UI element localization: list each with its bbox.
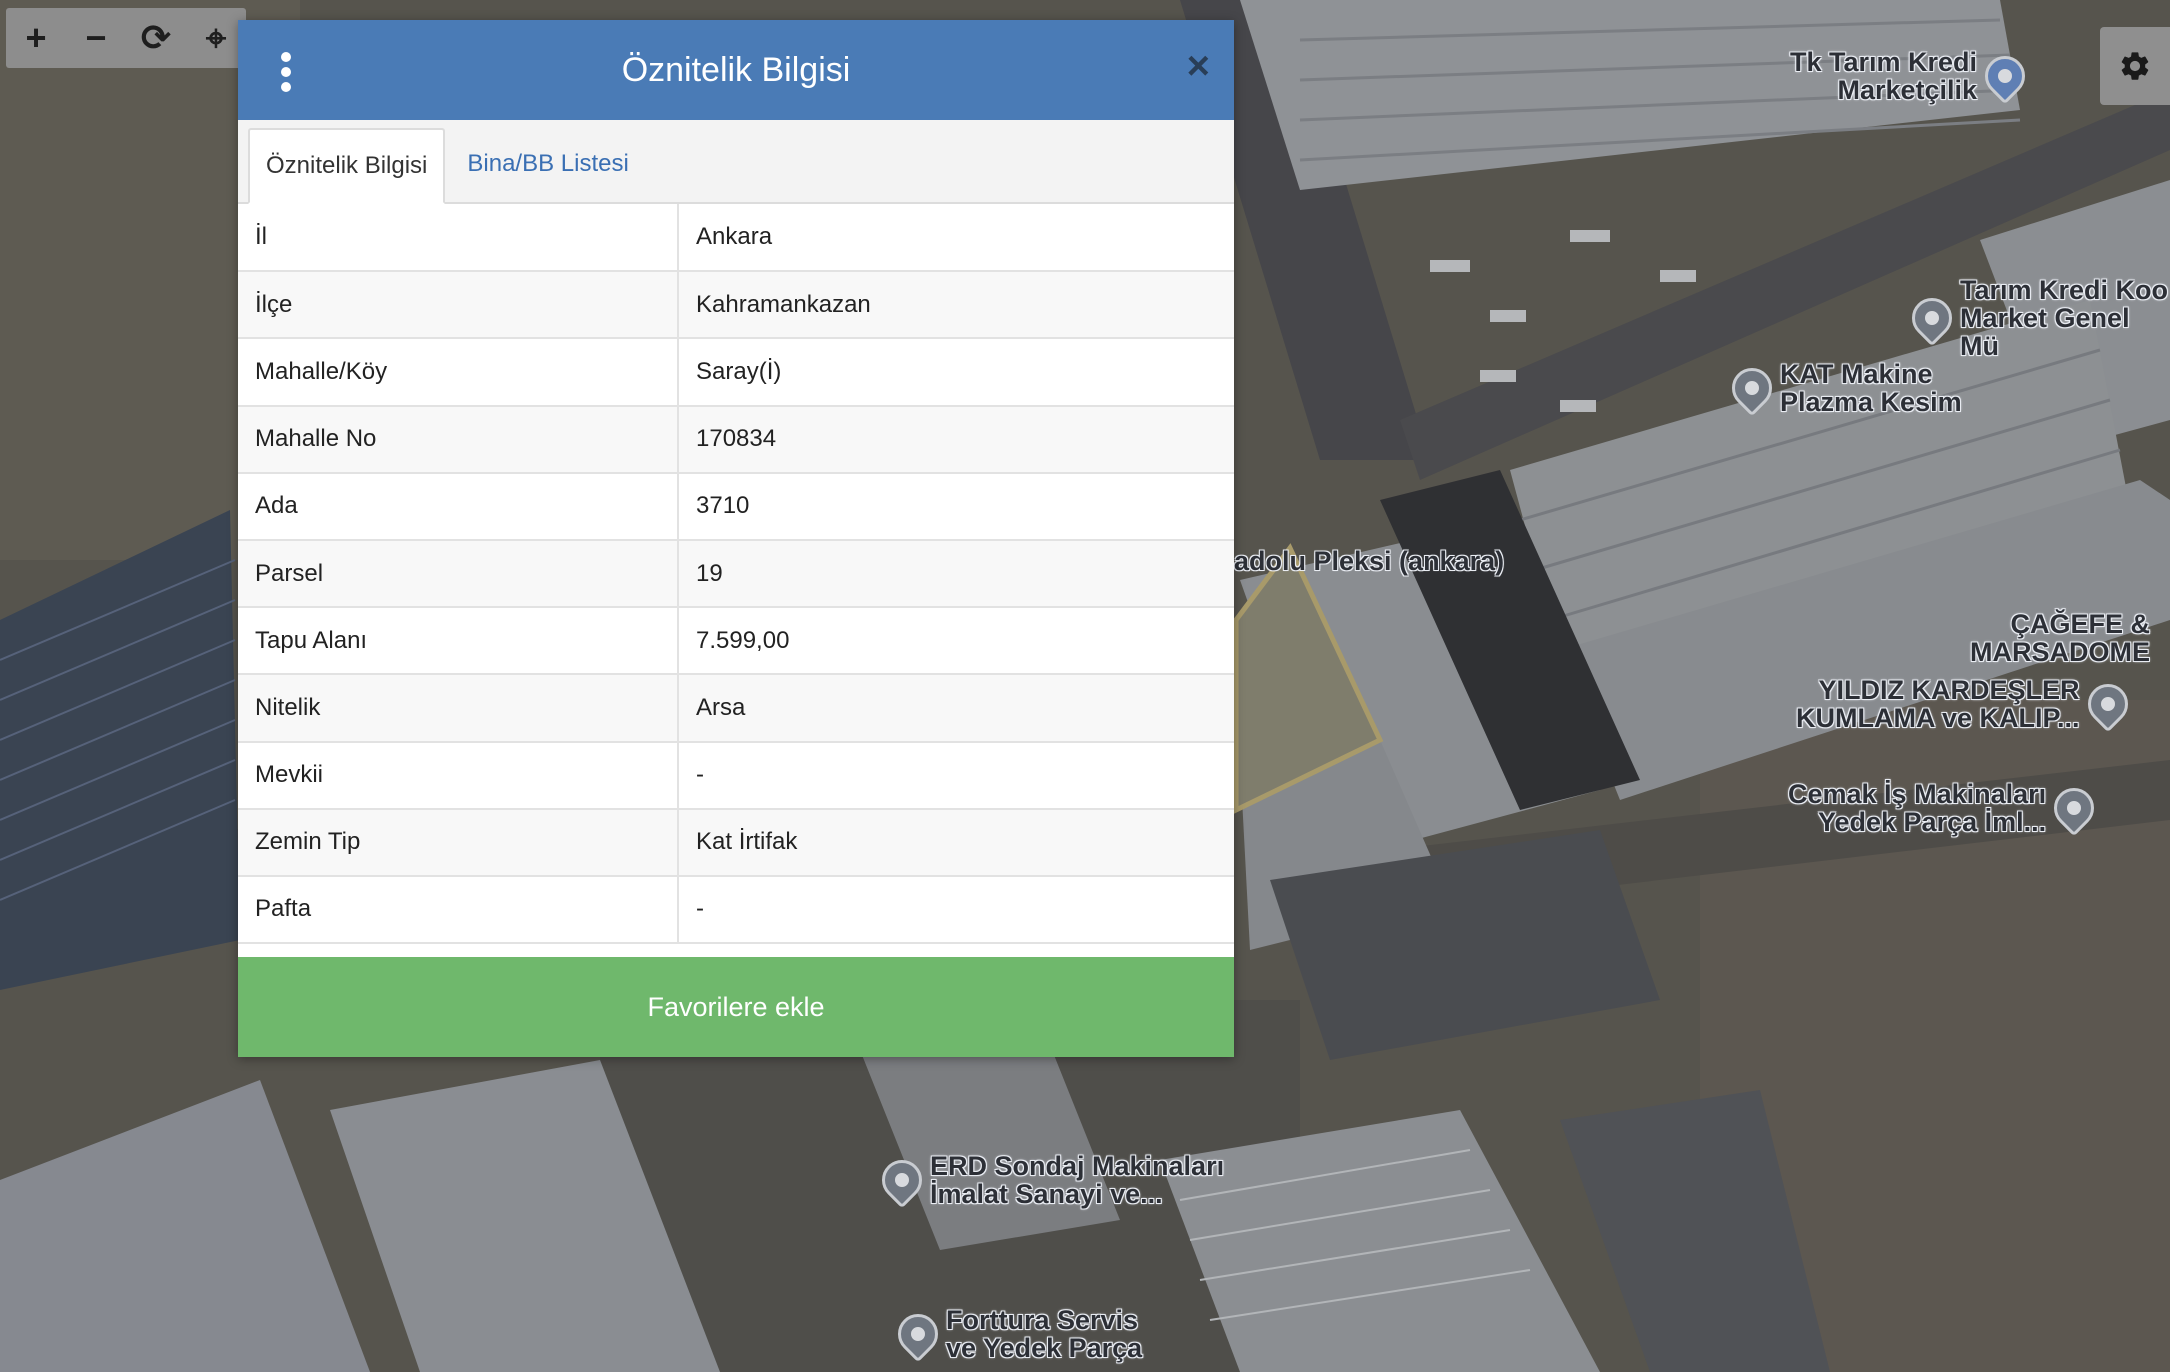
poi-kat-makine[interactable]: KAT Makine Plazma Kesim: [1723, 359, 1962, 417]
table-row: Nitelik Arsa: [238, 674, 1234, 743]
tab-building-list[interactable]: Bina/BB Listesi: [445, 126, 644, 202]
table-row: İl Ankara: [238, 204, 1234, 273]
poi-label: Cemak İş Makinaları Yedek Parça İml...: [1788, 779, 2047, 837]
table-row: Mahalle/Köy Saray(İ): [238, 338, 1234, 407]
attribute-key: Mevkii: [238, 741, 679, 810]
poi-label: ÇAĞEFE & MARSADOME: [1970, 609, 2150, 667]
close-icon: ×: [1186, 44, 1210, 88]
poi-cemak[interactable]: Cemak İş Makinaları Yedek Parça İml...: [1788, 779, 2103, 837]
attribute-key: Nitelik: [238, 674, 679, 743]
attribute-key: Mahalle/Köy: [238, 338, 679, 407]
add-to-favorites-button[interactable]: Favorilere ekle: [238, 957, 1234, 1057]
minus-icon: −: [85, 17, 107, 58]
dialog-title: Öznitelik Bilgisi: [621, 50, 851, 89]
attribute-value: Arsa: [678, 674, 1234, 743]
poi-erd-sondaj[interactable]: ERD Sondaj Makinaları İmalat Sanayi ve..…: [873, 1151, 1225, 1209]
dialog-header: Öznitelik Bilgisi ×: [238, 20, 1234, 120]
poi-label: Tarım Kredi Koo Market Genel Mü: [1960, 275, 2169, 361]
table-row: Pafta -: [238, 875, 1234, 945]
map-pin-icon: [1903, 289, 1961, 347]
poi-label: ERD Sondaj Makinaları İmalat Sanayi ve..…: [930, 1151, 1225, 1209]
attribute-key: Ada: [238, 472, 679, 541]
attribute-table: İl Ankara İlçe Kahramankazan Mahalle/Köy…: [238, 204, 1234, 945]
map-pin-icon: [889, 1305, 947, 1363]
table-row: Ada 3710: [238, 472, 1234, 541]
attribute-info-dialog: Öznitelik Bilgisi × Öznitelik Bilgisi Bi…: [238, 20, 1234, 1057]
plus-icon: +: [25, 17, 47, 58]
table-row: İlçe Kahramankazan: [238, 271, 1234, 340]
refresh-icon: ⟳: [140, 17, 172, 58]
poi-label: YILDIZ KARDEŞLER KUMLAMA ve KALIP...: [1796, 675, 2080, 733]
poi-label: KAT Makine Plazma Kesim: [1780, 359, 1962, 417]
map-pin-icon: [2079, 675, 2136, 733]
lock-pin-icon: [1976, 47, 2034, 105]
crosshair-icon: ⌖: [205, 16, 227, 58]
attribute-key: Pafta: [238, 875, 679, 945]
table-row: Tapu Alanı 7.599,00: [238, 607, 1234, 676]
poi-cagefe[interactable]: ÇAĞEFE & MARSADOME: [1970, 610, 2150, 666]
attribute-key: İl: [238, 204, 679, 273]
map-pin-icon: [873, 1151, 931, 1209]
kebab-dot-icon: [281, 67, 291, 77]
table-row: Parsel 19: [238, 539, 1234, 609]
zoom-out-button[interactable]: −: [66, 8, 126, 68]
table-row: Mahalle No 170834: [238, 405, 1234, 474]
refresh-button[interactable]: ⟳: [126, 8, 186, 68]
map-pin-icon: [1723, 359, 1781, 417]
map-pin-icon: [2045, 779, 2103, 837]
attribute-key: İlçe: [238, 271, 679, 340]
poi-forttura[interactable]: Forttura Servis ve Yedek Parça: [889, 1305, 1143, 1363]
attribute-value: 7.599,00: [678, 607, 1234, 676]
settings-button[interactable]: [2100, 27, 2170, 105]
attribute-value: -: [678, 875, 1234, 945]
tab-attribute-info[interactable]: Öznitelik Bilgisi: [248, 128, 446, 204]
gear-icon: [2121, 52, 2149, 80]
zoom-in-button[interactable]: +: [6, 8, 66, 68]
attribute-value: -: [678, 741, 1234, 810]
poi-label: Tk Tarım Kredi Marketçilik: [1790, 47, 1978, 105]
poi-yildiz-kardesler[interactable]: YILDIZ KARDEŞLER KUMLAMA ve KALIP...: [1796, 675, 2136, 733]
poi-tarim-kredi-koop[interactable]: Tarım Kredi Koo Market Genel Mü: [1903, 275, 2170, 361]
attribute-value: 170834: [678, 405, 1234, 474]
attribute-key: Zemin Tip: [238, 808, 679, 877]
locate-button[interactable]: ⌖: [186, 8, 246, 68]
attribute-key: Parsel: [238, 539, 679, 609]
close-button[interactable]: ×: [1187, 46, 1210, 86]
attribute-value: Ankara: [678, 204, 1234, 273]
map-label-anadolu-pleksi[interactable]: adolu Pleksi (ankara): [1234, 546, 1504, 577]
kebab-dot-icon: [281, 52, 291, 62]
attribute-value: Kahramankazan: [678, 271, 1234, 340]
tab-bar: Öznitelik Bilgisi Bina/BB Listesi: [238, 120, 1234, 204]
attribute-value: 3710: [678, 472, 1234, 541]
poi-tk-tarim-kredi[interactable]: Tk Tarım Kredi Marketçilik: [1790, 47, 2034, 105]
more-options-button[interactable]: [280, 52, 292, 92]
attribute-value: 19: [678, 539, 1234, 609]
table-row: Zemin Tip Kat İrtifak: [238, 808, 1234, 877]
map-toolbar: + − ⟳ ⌖: [6, 8, 246, 68]
table-row: Mevkii -: [238, 741, 1234, 810]
attribute-key: Tapu Alanı: [238, 607, 679, 676]
attribute-key: Mahalle No: [238, 405, 679, 474]
kebab-dot-icon: [281, 82, 291, 92]
attribute-value: Saray(İ): [678, 338, 1234, 407]
poi-label: Forttura Servis ve Yedek Parça: [946, 1305, 1143, 1363]
attribute-value: Kat İrtifak: [678, 808, 1234, 877]
